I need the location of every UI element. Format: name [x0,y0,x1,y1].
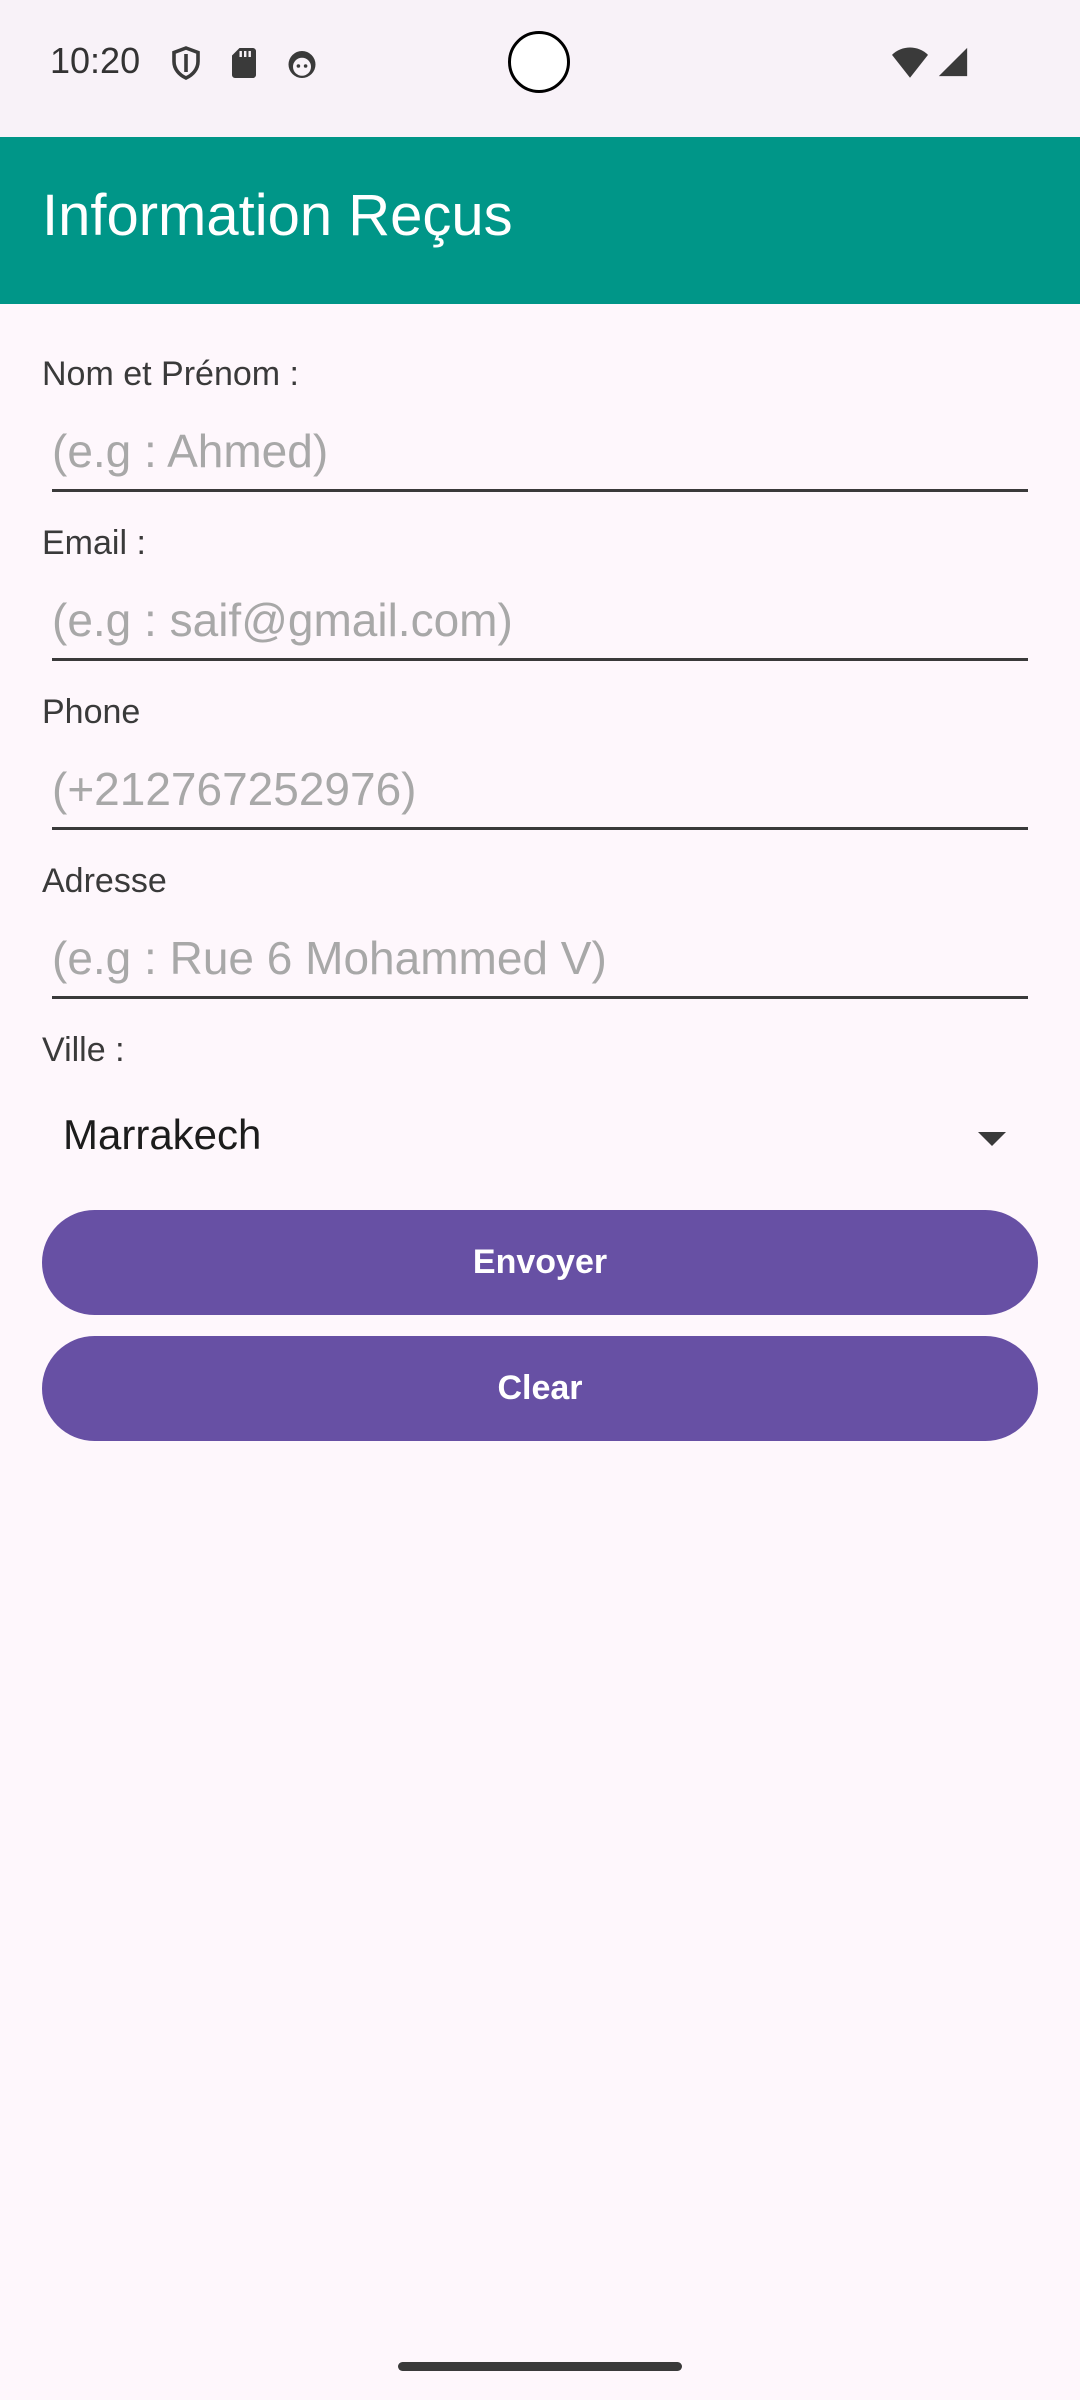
phone-input[interactable] [52,758,1028,830]
address-input[interactable] [52,927,1028,999]
name-input[interactable] [52,420,1028,492]
email-label: Email : [42,524,146,562]
status-time: 10:20 [50,40,141,81]
sd-card-icon [226,45,262,81]
dropdown-arrow-icon [976,1130,1008,1148]
city-dropdown[interactable]: Marrakech [42,1100,1038,1176]
app-bar: Information Reçus [0,137,1080,304]
status-bar: 10:20 [0,0,1080,137]
navigation-handle[interactable] [398,2362,682,2371]
page-title: Information Reçus [42,183,513,248]
wifi-icon [890,45,930,81]
name-label: Nom et Prénom : [42,355,299,393]
phone-label: Phone [42,693,141,731]
cellular-signal-icon [936,45,970,81]
clear-button[interactable]: Clear [42,1336,1038,1441]
email-input[interactable] [52,589,1028,661]
camera-cutout [508,31,570,93]
city-label: Ville : [42,1031,125,1069]
send-button[interactable]: Envoyer [42,1210,1038,1315]
address-label: Adresse [42,862,167,900]
android-face-icon [284,45,320,81]
shield-icon [168,45,204,81]
city-selected-value: Marrakech [63,1111,262,1158]
